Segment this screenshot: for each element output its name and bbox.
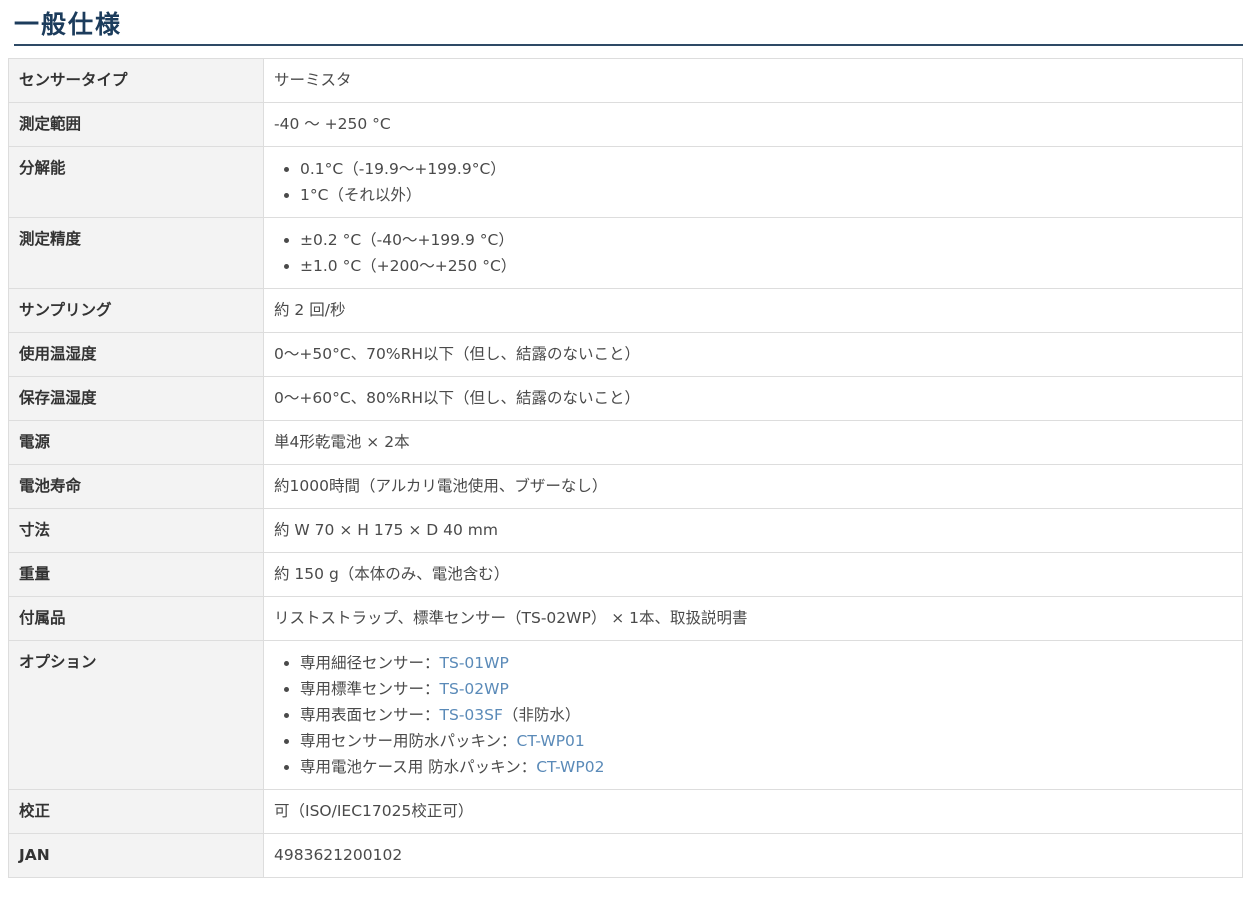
list-item: 0.1°C（-19.9〜+199.9°C） <box>300 156 1232 182</box>
list-item: 専用表面センサー：TS-03SF（非防水） <box>300 702 1232 728</box>
option-suffix: （非防水） <box>502 706 581 724</box>
spec-row-options: オプション 専用細径センサー：TS-01WP 専用標準センサー：TS-02WP … <box>8 640 1243 790</box>
spec-row-weight: 重量 約 150 g（本体のみ、電池含む） <box>8 552 1243 597</box>
spec-value-list: 0.1°C（-19.9〜+199.9°C） 1°C（それ以外） <box>274 156 1232 208</box>
spec-label: サンプリング <box>8 288 264 333</box>
options-list: 専用細径センサー：TS-01WP 専用標準センサー：TS-02WP 専用表面セン… <box>274 650 1232 780</box>
spec-row-sampling: サンプリング 約 2 回/秒 <box>8 288 1243 333</box>
spec-value: -40 〜 +250 °C <box>263 102 1243 147</box>
option-label: 専用センサー用防水パッキン： <box>300 732 517 750</box>
spec-value: 約1000時間（アルカリ電池使用、ブザーなし） <box>263 464 1243 509</box>
spec-row-calibration: 校正 可（ISO/IEC17025校正可） <box>8 789 1243 834</box>
spec-label: JAN <box>8 833 264 878</box>
spec-label: 校正 <box>8 789 264 834</box>
spec-value: 4983621200102 <box>263 833 1243 878</box>
spec-value: サーミスタ <box>263 58 1243 103</box>
spec-row-jan: JAN 4983621200102 <box>8 833 1243 878</box>
spec-row-operating-env: 使用温湿度 0〜+50°C、70%RH以下（但し、結露のないこと） <box>8 332 1243 377</box>
spec-label: 付属品 <box>8 596 264 641</box>
spec-value: 0.1°C（-19.9〜+199.9°C） 1°C（それ以外） <box>263 146 1243 218</box>
spec-row-sensor-type: センサータイプ サーミスタ <box>8 58 1243 103</box>
spec-label: 使用温湿度 <box>8 332 264 377</box>
option-link-ct-wp02[interactable]: CT-WP02 <box>536 758 604 776</box>
spec-value: 約 W 70 × H 175 × D 40 mm <box>263 508 1243 553</box>
spec-row-accuracy: 測定精度 ±0.2 °C（-40〜+199.9 °C） ±1.0 °C（+200… <box>8 217 1243 289</box>
spec-label: 測定範囲 <box>8 102 264 147</box>
option-label: 専用細径センサー： <box>300 654 440 672</box>
spec-label: 測定精度 <box>8 217 264 289</box>
spec-value: リストストラップ、標準センサー（TS-02WP） × 1本、取扱説明書 <box>263 596 1243 641</box>
spec-label: センサータイプ <box>8 58 264 103</box>
option-label: 専用標準センサー： <box>300 680 440 698</box>
spec-value: 約 150 g（本体のみ、電池含む） <box>263 552 1243 597</box>
spec-table: センサータイプ サーミスタ 測定範囲 -40 〜 +250 °C 分解能 0.1… <box>8 58 1243 878</box>
spec-row-range: 測定範囲 -40 〜 +250 °C <box>8 102 1243 147</box>
spec-value: ±0.2 °C（-40〜+199.9 °C） ±1.0 °C（+200〜+250… <box>263 217 1243 289</box>
title-divider <box>14 44 1243 46</box>
spec-value: 専用細径センサー：TS-01WP 専用標準センサー：TS-02WP 専用表面セン… <box>263 640 1243 790</box>
spec-label: 電源 <box>8 420 264 465</box>
spec-row-resolution: 分解能 0.1°C（-19.9〜+199.9°C） 1°C（それ以外） <box>8 146 1243 218</box>
spec-page: 一般仕様 センサータイプ サーミスタ 測定範囲 -40 〜 +250 °C 分解… <box>0 0 1243 899</box>
spec-label: 寸法 <box>8 508 264 553</box>
spec-row-storage-env: 保存温湿度 0〜+60°C、80%RH以下（但し、結露のないこと） <box>8 376 1243 421</box>
spec-label: 電池寿命 <box>8 464 264 509</box>
spec-value: 約 2 回/秒 <box>263 288 1243 333</box>
spec-label: 重量 <box>8 552 264 597</box>
spec-value-list: ±0.2 °C（-40〜+199.9 °C） ±1.0 °C（+200〜+250… <box>274 227 1232 279</box>
list-item: ±1.0 °C（+200〜+250 °C） <box>300 253 1232 279</box>
list-item: 専用センサー用防水パッキン：CT-WP01 <box>300 728 1232 754</box>
list-item: 1°C（それ以外） <box>300 182 1232 208</box>
list-item: 専用細径センサー：TS-01WP <box>300 650 1232 676</box>
option-link-ts-02wp[interactable]: TS-02WP <box>440 680 509 698</box>
spec-label: オプション <box>8 640 264 790</box>
spec-label: 分解能 <box>8 146 264 218</box>
spec-value: 単4形乾電池 × 2本 <box>263 420 1243 465</box>
spec-row-power: 電源 単4形乾電池 × 2本 <box>8 420 1243 465</box>
page-title: 一般仕様 <box>14 10 123 39</box>
option-link-ts-01wp[interactable]: TS-01WP <box>440 654 509 672</box>
spec-value: 0〜+60°C、80%RH以下（但し、結露のないこと） <box>263 376 1243 421</box>
spec-label: 保存温湿度 <box>8 376 264 421</box>
option-label: 専用電池ケース用 防水パッキン： <box>300 758 537 776</box>
spec-row-battery-life: 電池寿命 約1000時間（アルカリ電池使用、ブザーなし） <box>8 464 1243 509</box>
option-link-ct-wp01[interactable]: CT-WP01 <box>517 732 585 750</box>
spec-value: 0〜+50°C、70%RH以下（但し、結露のないこと） <box>263 332 1243 377</box>
option-link-ts-03sf[interactable]: TS-03SF <box>440 706 503 724</box>
spec-value: 可（ISO/IEC17025校正可） <box>263 789 1243 834</box>
spec-row-accessories: 付属品 リストストラップ、標準センサー（TS-02WP） × 1本、取扱説明書 <box>8 596 1243 641</box>
list-item: ±0.2 °C（-40〜+199.9 °C） <box>300 227 1232 253</box>
option-label: 専用表面センサー： <box>300 706 440 724</box>
list-item: 専用標準センサー：TS-02WP <box>300 676 1232 702</box>
spec-row-dimensions: 寸法 約 W 70 × H 175 × D 40 mm <box>8 508 1243 553</box>
list-item: 専用電池ケース用 防水パッキン：CT-WP02 <box>300 754 1232 780</box>
